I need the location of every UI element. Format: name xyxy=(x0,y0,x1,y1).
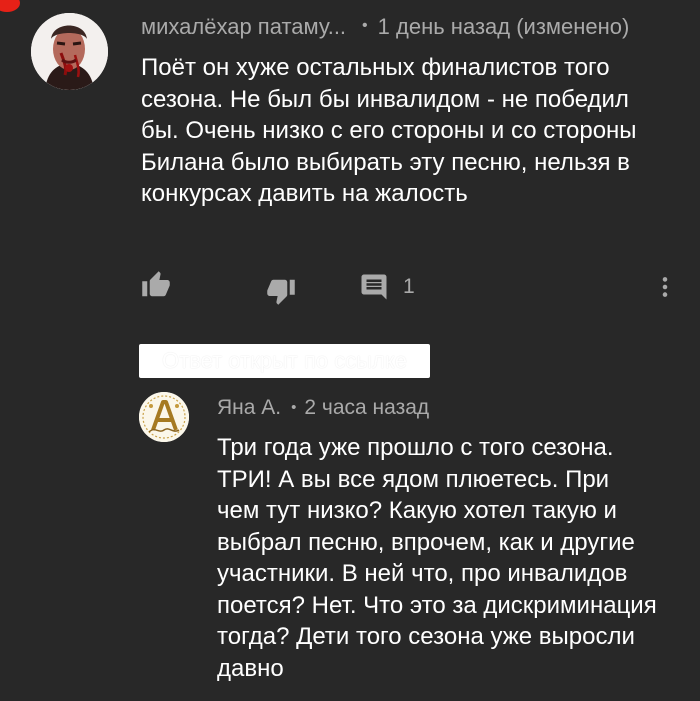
more-options-button[interactable] xyxy=(652,272,678,302)
separator-dot: • xyxy=(362,17,368,34)
comment-text: Поёт он хуже остальных финалистов того с… xyxy=(141,54,637,207)
comment-meta: михалёхар патаму... • 1 день назад (изме… xyxy=(141,12,629,42)
reply-author[interactable]: Яна А. xyxy=(217,396,281,420)
dislike-button[interactable] xyxy=(265,276,297,306)
comment-actions: 1 xyxy=(0,270,700,306)
reply-count: 1 xyxy=(403,275,415,298)
reply-button[interactable]: 1 xyxy=(359,272,415,302)
reply-meta: Яна А. • 2 часа назад xyxy=(217,393,429,423)
thumbs-down-icon xyxy=(267,279,295,305)
notification-indicator xyxy=(0,0,20,12)
linked-reply-badge: Ответ открыт по ссылке xyxy=(139,344,430,378)
separator-dot: • xyxy=(291,398,297,416)
comment-author[interactable]: михалёхар патаму... xyxy=(141,14,346,40)
comment-icon xyxy=(361,274,387,300)
reply-time: 2 часа назад xyxy=(304,396,430,419)
more-vert-icon xyxy=(662,277,668,297)
reply-avatar[interactable] xyxy=(139,392,189,442)
like-button[interactable] xyxy=(140,270,172,300)
thumbs-up-icon xyxy=(142,271,170,297)
avatar[interactable] xyxy=(31,13,108,90)
comment-time: 1 день назад (изменено) xyxy=(377,14,630,39)
avatar-image xyxy=(139,392,189,442)
avatar-image xyxy=(31,13,108,90)
reply-text: Три года уже прошло с того сезона. ТРИ! … xyxy=(217,434,657,682)
